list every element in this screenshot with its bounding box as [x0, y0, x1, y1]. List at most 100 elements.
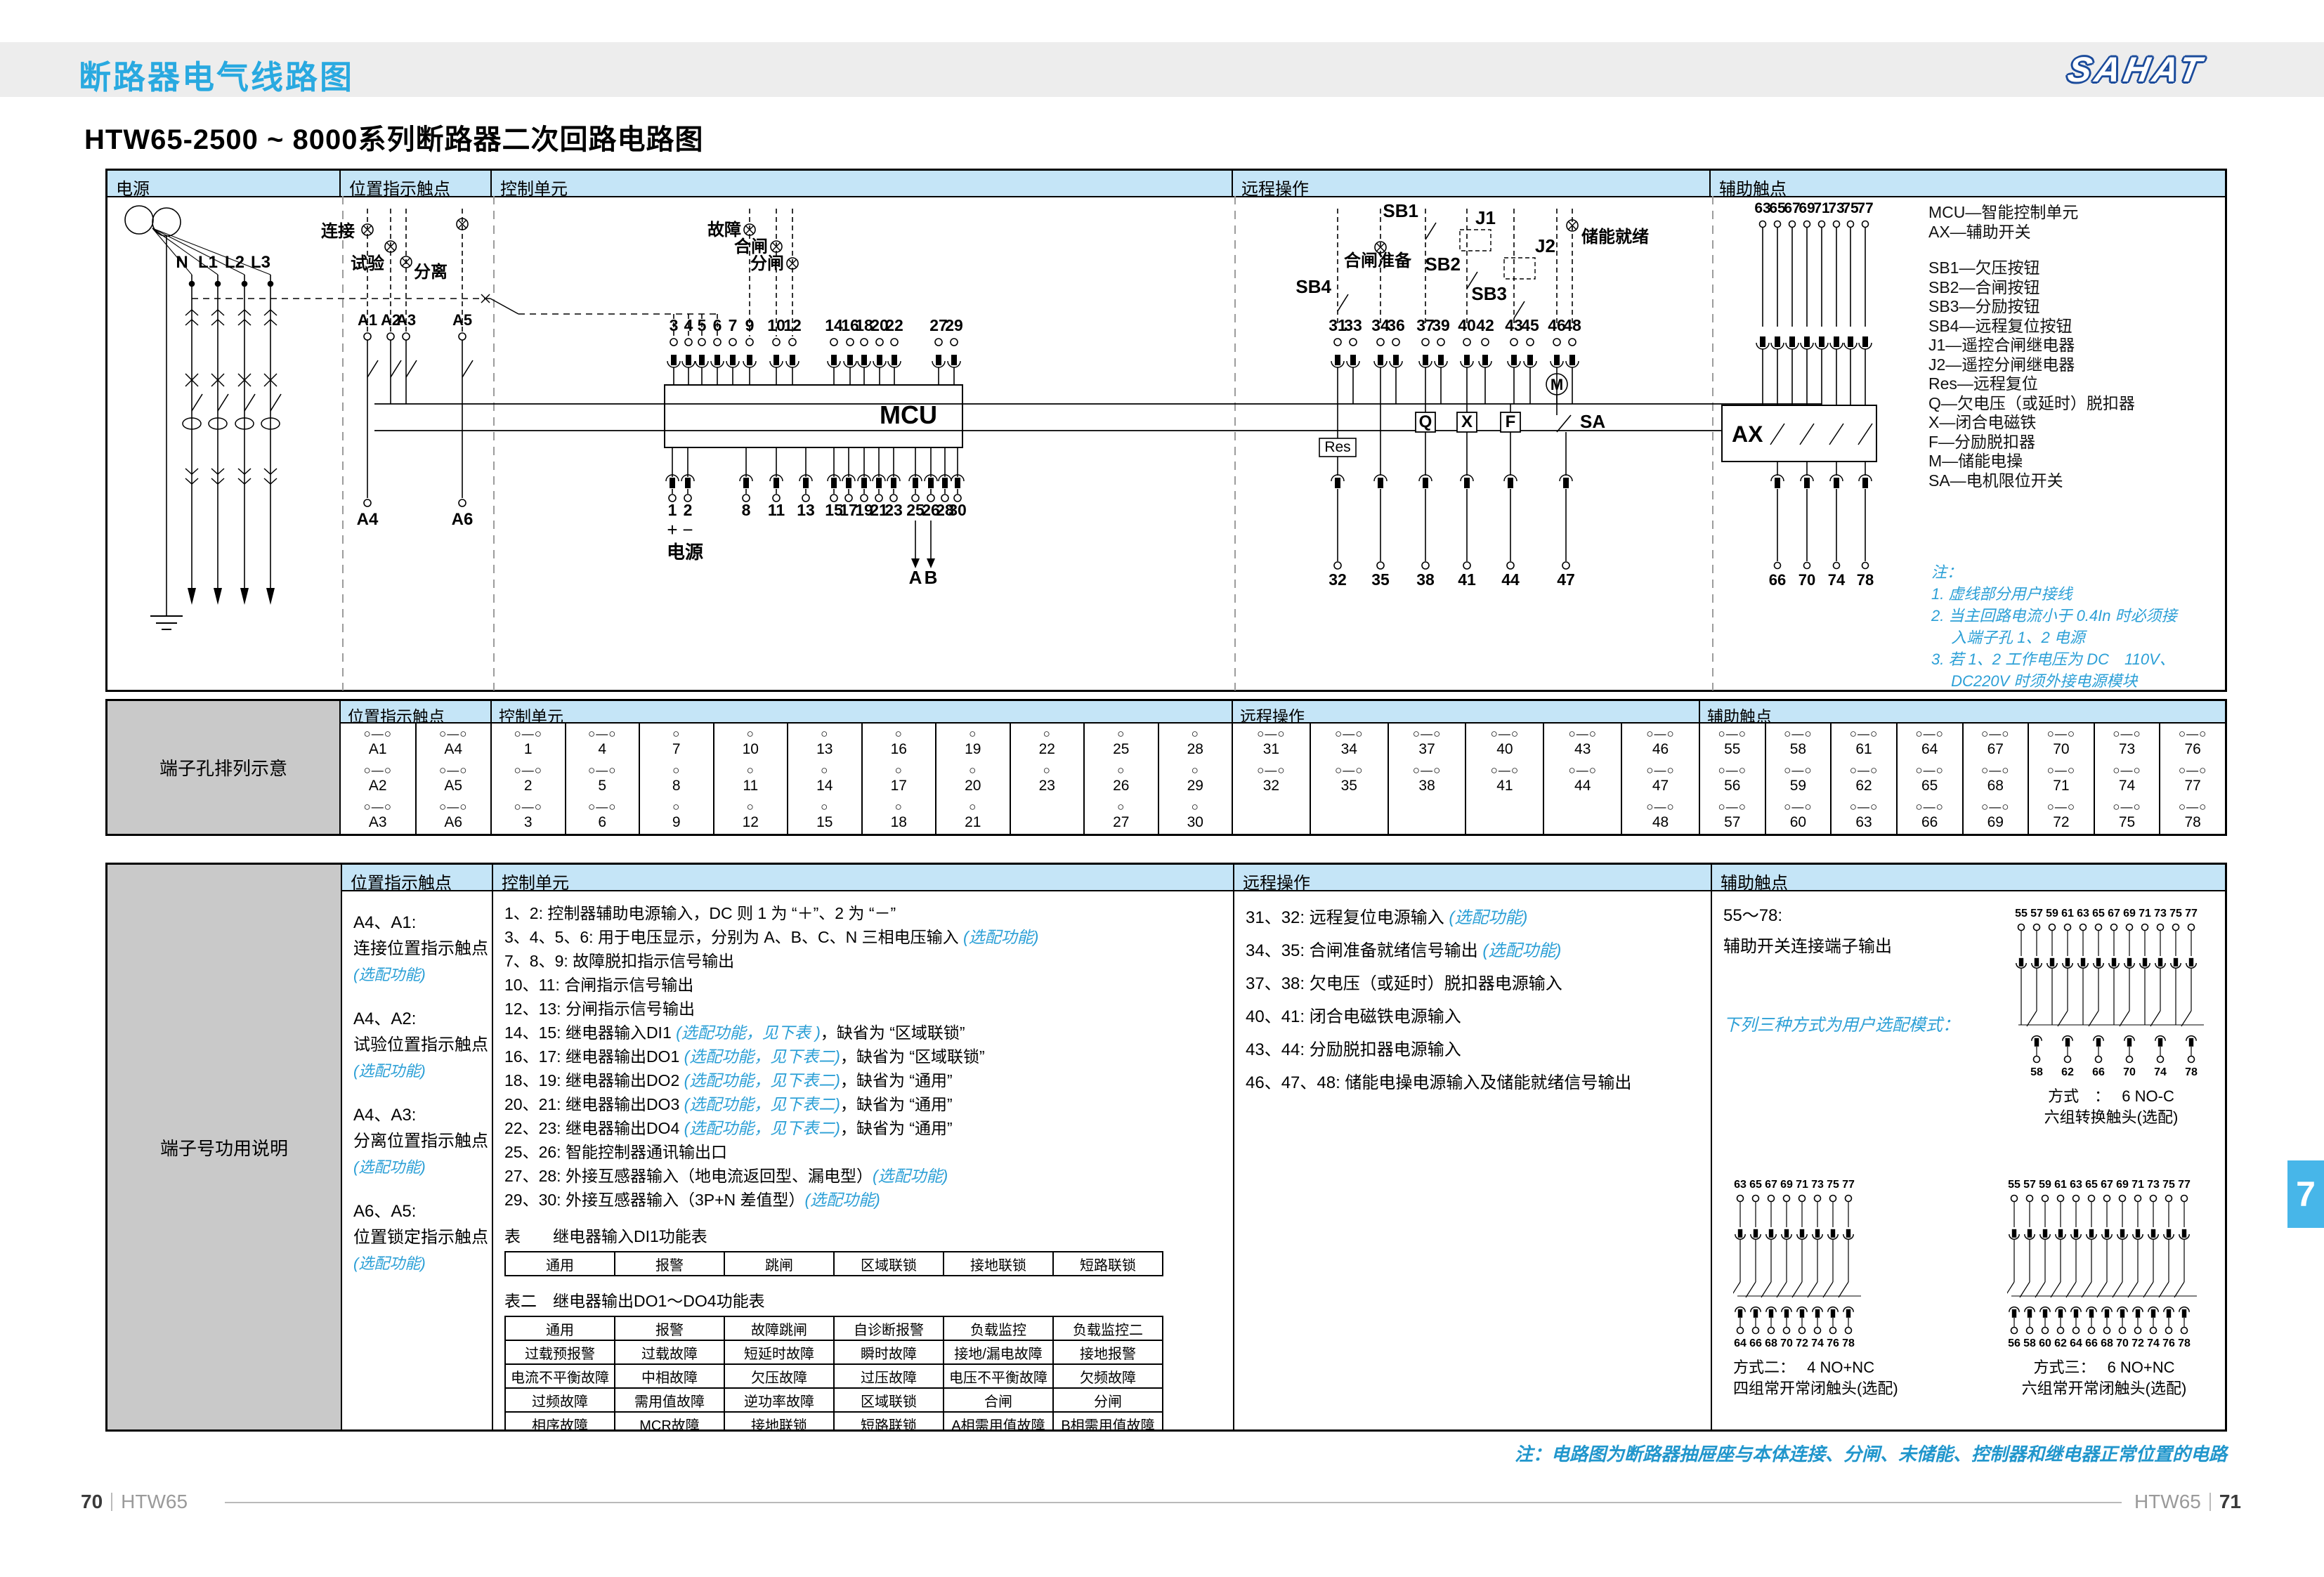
function-line: 37、38: 欠电压（或延时）脱扣器电源输入: [1246, 967, 1711, 1000]
mode-terminal-number: 62: [2061, 1066, 2074, 1078]
pin-option-tag: (选配功能): [353, 1250, 492, 1276]
terminal-symbol: ○—○: [2160, 727, 2225, 741]
pin-ids: A4、A1:: [353, 910, 492, 936]
pin-desc: 分离位置指示触点: [353, 1128, 492, 1154]
terminal-cell-number: 57: [1700, 814, 1765, 831]
terminal-symbol: ○—○: [1700, 764, 1765, 778]
terminal-symbol: ○: [788, 727, 861, 741]
mode-terminal-number: 73: [2147, 1179, 2160, 1191]
terminal-symbol: ○—○: [1898, 764, 1962, 778]
terminal-symbol: ○—○: [1964, 800, 2028, 814]
function-col-control-body: 1、2: 控制器辅助电源输入，DC 则 1 为 “＋”、2 为 “－”3、4、5…: [493, 891, 1233, 1429]
terminal-cell: ○26: [1085, 760, 1158, 797]
mode-terminal-number: 74: [2147, 1337, 2160, 1349]
terminal-cell-number: 72: [2029, 814, 2094, 831]
polarity-minus: −: [682, 519, 693, 540]
terminal-symbol: ○—○: [1766, 800, 1831, 814]
terminal-cell: ○—○74: [2095, 760, 2160, 797]
lamp-label-open: 分闸: [750, 254, 784, 273]
terminal-cell-number: A1: [341, 741, 415, 758]
function-line-segment: (选配功能): [1449, 908, 1527, 927]
terminal-group: 远程操作○—○31○—○32○—○34○—○35○—○37○—○38○—○40○…: [1233, 701, 1700, 834]
terminal-cell-number: 64: [1898, 741, 1962, 758]
function-col-aux-header: 辅助触点: [1712, 865, 2225, 891]
terminal-number: 40: [1458, 316, 1476, 334]
terminal-cell-number: 55: [1700, 741, 1765, 758]
function-line-segment: (选配功能): [1482, 941, 1561, 960]
terminal-cell: ○7: [640, 724, 713, 760]
terminal-cell: ○30: [1159, 797, 1232, 833]
terminal-cell: ○—○5: [566, 760, 639, 797]
mode-terminal-number: 67: [1765, 1179, 1777, 1191]
terminal-column: ○16○17○18: [863, 724, 937, 834]
inner-table-cell: 欠频故障: [1053, 1364, 1163, 1388]
mode-terminal-number: 57: [2030, 908, 2043, 920]
terminal-cell-number: 14: [788, 778, 861, 794]
inner-table-cell: 接地联锁: [724, 1412, 834, 1429]
terminal-symbol: ○: [1085, 764, 1158, 778]
terminal-symbol: ○: [1159, 800, 1232, 814]
device-box-label: Q: [1419, 412, 1432, 431]
function-line-segment: ，缺省为 “通用”: [840, 1095, 953, 1113]
terminal-cell: ○22: [1011, 724, 1084, 760]
note-line: 入端子孔 1、2 电源: [1931, 627, 2226, 648]
terminal-cell-number: 78: [2160, 814, 2225, 831]
mode-terminal-number: 66: [1749, 1337, 1762, 1349]
terminal-cell-number: 10: [714, 741, 788, 758]
terminal-symbol: ○—○: [1832, 764, 1896, 778]
mode-terminal-number: 78: [1842, 1337, 1855, 1349]
terminal-cell: ○—○A3: [341, 797, 415, 833]
terminal-cell: ○9: [640, 797, 713, 833]
function-line: 31、32: 远程复位电源输入 (选配功能): [1246, 901, 1711, 934]
terminal-number: 32: [1329, 570, 1347, 589]
terminal-symbol: ○—○: [2029, 727, 2094, 741]
terminal-cell: ○—○61: [1832, 724, 1896, 760]
mode-terminal-number: 73: [1811, 1179, 1824, 1191]
lamp-label-closed: 合闸: [734, 237, 768, 256]
inner-table-cell: 相序故障: [505, 1412, 615, 1429]
mcu-box-label: MCU: [880, 400, 937, 429]
terminal-cell: [1389, 797, 1465, 833]
terminal-cell-number: 23: [1011, 778, 1084, 794]
mode-terminal-number: 75: [2169, 908, 2182, 920]
circuit-canvas: NL1L2L3连接试验分离A1A2A3A5A4A6故障合闸分闸345679101…: [107, 196, 2225, 691]
relay-output-do-table: 通用报警故障跳闸自诊断报警负载监控负载监控二过载预报警过载故障短延时故障瞬时故障…: [504, 1316, 1163, 1429]
device-label-sa: SA: [1580, 411, 1605, 432]
terminal-symbol: ○: [1011, 764, 1084, 778]
terminal-number: 45: [1521, 316, 1539, 334]
terminal-symbol: ○—○: [1311, 727, 1388, 741]
terminal-number: 29: [945, 316, 963, 334]
terminal-cell: ○—○32: [1233, 760, 1310, 797]
terminal-cell-number: 77: [2160, 778, 2225, 794]
mode-terminal-number: 58: [2023, 1337, 2036, 1349]
terminal-number: 13: [797, 501, 815, 519]
function-line-segment: 14、15: 继电器输入DI1: [504, 1023, 676, 1042]
terminal-cell-number: 30: [1159, 814, 1232, 831]
terminal-cell-number: 48: [1622, 814, 1699, 831]
terminal-number: 7: [729, 316, 738, 334]
terminal-cell-number: 22: [1011, 741, 1084, 758]
mode-terminal-number: 77: [2178, 1179, 2191, 1191]
inner-table2-title: 表二 继电器输出DO1～DO4功能表: [504, 1288, 1233, 1311]
terminal-cell-number: 4: [566, 741, 639, 758]
function-line-segment: (选配功能): [873, 1167, 948, 1185]
legend-line: SB4—远程复位按钮: [1928, 317, 2231, 336]
terminal-column: ○—○61○—○62○—○63: [1832, 724, 1898, 834]
mode-terminal-number: 73: [2154, 908, 2167, 920]
terminal-symbol: ○—○: [1622, 764, 1699, 778]
terminal-symbol: ○: [936, 764, 1010, 778]
mode-terminal-number: 75: [2162, 1179, 2175, 1191]
terminal-column: ○—○73○—○74○—○75: [2095, 724, 2161, 834]
terminal-cell-number: 11: [714, 778, 788, 794]
mode-terminal-number: 70: [2123, 1066, 2136, 1078]
terminal-symbol: ○—○: [2029, 764, 2094, 778]
terminal-number: 5: [698, 316, 707, 334]
mode-terminal-number: 67: [2108, 908, 2120, 920]
terminal-symbol: ○—○: [417, 727, 491, 741]
terminal-cell-number: 25: [1085, 741, 1158, 758]
device-label-j1: J1: [1475, 207, 1496, 228]
mode-terminal-number: 78: [2178, 1337, 2191, 1349]
pin-option-tag: (选配功能): [353, 1058, 492, 1084]
mode-terminal-number: 71: [2139, 908, 2151, 920]
terminal-symbol: ○—○: [1766, 764, 1831, 778]
